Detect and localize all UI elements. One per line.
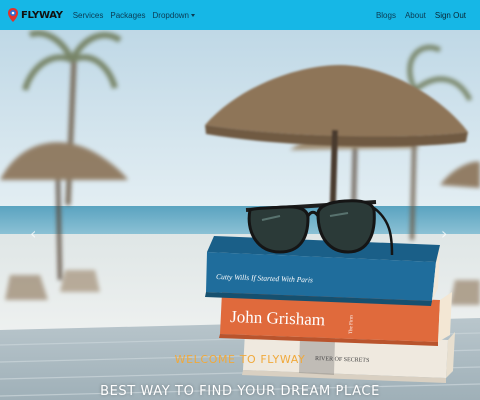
nav-right: Blogs About Sign Out	[376, 11, 466, 20]
nav-dropdown-toggle[interactable]: Dropdown	[153, 11, 195, 20]
caret-down-icon	[191, 13, 195, 17]
hero-welcome-text: WELCOME TO FLYWAY	[174, 353, 306, 366]
carousel-next-icon[interactable]: ›	[441, 226, 447, 242]
top-navbar: FLYWAY Services Packages Dropdown Blogs …	[0, 0, 480, 30]
nav-about-link[interactable]: About	[405, 11, 426, 20]
nav-dropdown-label: Dropdown	[152, 10, 189, 20]
carousel-prev-icon[interactable]: ‹	[30, 226, 36, 242]
nav-blogs-link[interactable]: Blogs	[376, 11, 396, 20]
hero-carousel: RIVER OF SECRETS John Grisham The Firm C…	[0, 30, 480, 400]
nav-services-link[interactable]: Services	[73, 11, 104, 20]
brand-name: FLYWAY	[21, 9, 63, 21]
hero-tagline: BEST WAY TO FIND YOUR DREAM PLACE	[100, 384, 380, 399]
nav-left: Services Packages Dropdown	[73, 11, 195, 20]
brand[interactable]: FLYWAY	[8, 8, 63, 22]
middle-book-side-title: The Firm	[349, 315, 355, 334]
middle-book-title: John Grisham	[230, 307, 326, 329]
nav-packages-link[interactable]: Packages	[110, 11, 145, 20]
hero-background-image: RIVER OF SECRETS John Grisham The Firm C…	[0, 30, 480, 400]
flyway-logo-icon	[8, 8, 18, 22]
nav-signout-link[interactable]: Sign Out	[435, 11, 466, 20]
